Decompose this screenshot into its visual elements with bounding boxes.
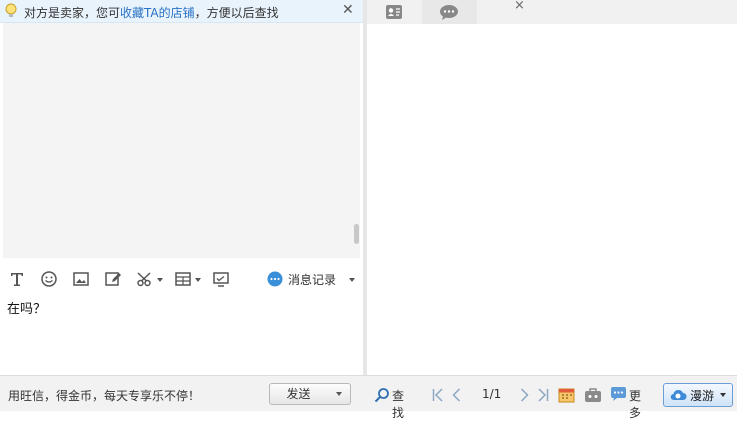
notice-close-button[interactable]: ✕ [342,2,354,18]
seller-notice-bar: 对方是卖家，您可收藏TA的店铺，方便以后查找 ✕ [0,0,363,23]
previous-page-icon[interactable] [452,388,461,402]
edit-icon[interactable] [104,270,122,288]
contact-card-icon [386,5,402,19]
screenshot-scissors-icon[interactable] [136,270,154,288]
chat-pane: 对方是卖家，您可收藏TA的店铺，方便以后查找 ✕ 消息记录 在吗？ [0,0,363,375]
tab-contact-card[interactable] [377,0,411,24]
message-input-text: 在吗？ [7,302,47,317]
chevron-down-icon [720,393,726,397]
more-chat-icon [611,387,626,401]
image-icon[interactable] [72,270,90,288]
next-page-icon[interactable] [520,388,529,402]
cloud-icon [670,389,687,401]
search-icon [374,388,389,403]
input-toolbar: 消息记录 [0,262,363,296]
side-panel [367,0,737,375]
message-history-area[interactable] [3,23,360,258]
lightbulb-icon [5,3,17,17]
font-icon[interactable] [8,270,26,288]
message-scrollbar[interactable] [354,224,359,244]
bottom-bar: 用旺信，得金币，每天专享乐不停！ 发送 查找 1/1 更多 漫游 [0,375,737,420]
send-button[interactable]: 发送 [269,383,328,405]
tab-chat[interactable]: × [422,0,525,24]
find-label: 查找 [392,389,405,420]
chevron-down-icon[interactable] [195,278,201,282]
chevron-down-icon[interactable] [349,278,355,282]
first-page-icon[interactable] [432,388,444,402]
screen-share-icon[interactable] [212,270,230,288]
tab-chat-close-button[interactable]: × [514,0,525,13]
more-label: 更多 [629,389,642,420]
promo-text: 用旺信，得金币，每天专享乐不停！ [8,389,201,403]
notice-suffix: ，方便以后查找 [194,6,279,20]
calendar-icon[interactable] [558,387,575,403]
roaming-button[interactable]: 漫游 [663,383,733,407]
notice-prefix: 对方是卖家，您可 [24,6,121,20]
notice-text: 对方是卖家，您可收藏TA的店铺，方便以后查找 [24,4,279,21]
last-page-icon[interactable] [537,388,549,402]
roaming-label: 漫游 [690,389,715,403]
side-panel-tabs: × [367,0,737,24]
speech-bubble-icon [440,5,458,20]
table-icon[interactable] [174,270,192,288]
group-icon[interactable] [584,387,602,403]
message-record-label: 消息记录 [288,273,337,287]
chevron-down-icon [336,392,342,396]
send-options-dropdown[interactable] [327,383,351,405]
chat-bubble-icon [267,271,283,287]
chevron-down-icon[interactable] [157,278,163,282]
favorite-shop-link[interactable]: 收藏TA的店铺 [120,6,195,20]
emoji-icon[interactable] [40,270,58,288]
page-indicator: 1/1 [482,387,502,401]
message-input[interactable]: 在吗？ [3,296,360,374]
send-button-group: 发送 [269,383,351,405]
